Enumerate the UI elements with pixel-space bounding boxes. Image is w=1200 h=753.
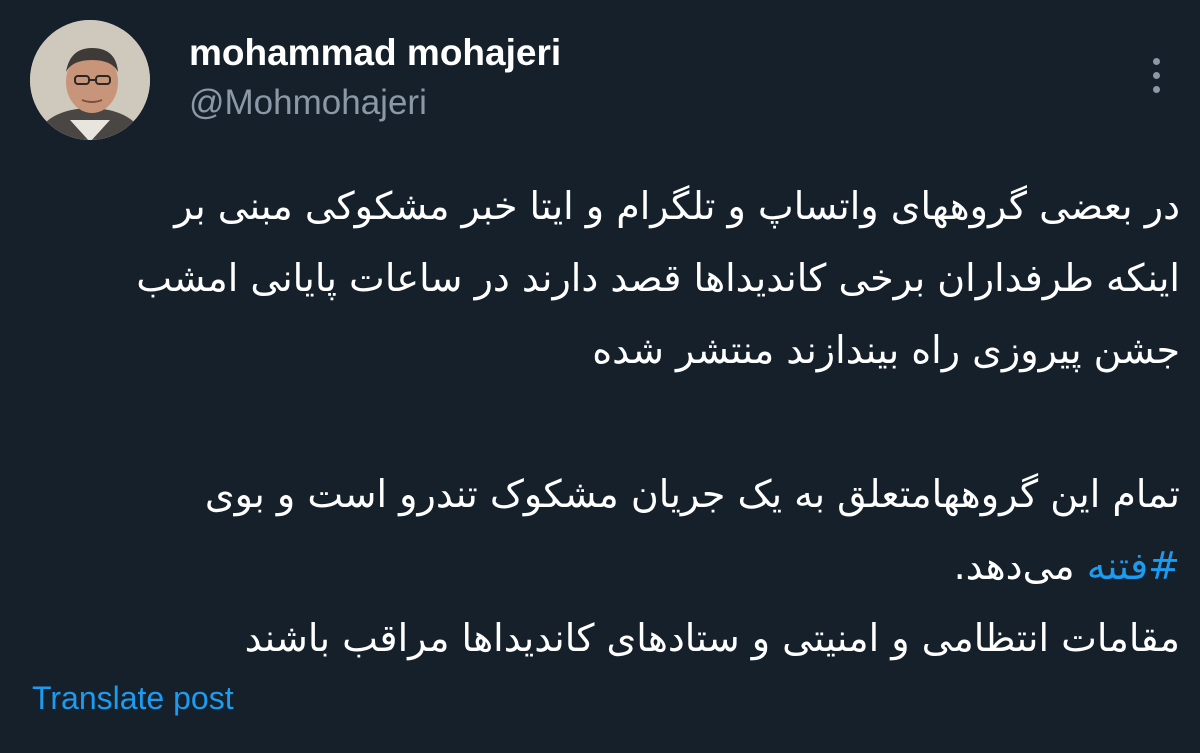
dot — [1152, 57, 1160, 65]
tweet-line: تمام این گروههامتعلق به یک جریان مشکوک ت… — [204, 472, 1180, 516]
tweet-line: در بعضی گروههای واتساپ و تلگرام و ایتا خ… — [174, 184, 1180, 228]
more-options-icon[interactable] — [1138, 50, 1174, 100]
tweet-card: mohammad mohajeri @Mohmohajeri در بعضی گ… — [0, 0, 1200, 753]
hashtag-link[interactable]: #فتنه — [1087, 544, 1180, 588]
tweet-text: در بعضی گروههای واتساپ و تلگرام و ایتا خ… — [20, 170, 1180, 674]
tweet-line: مقامات انتظامی و امنیتی و ستادهای کاندید… — [244, 616, 1180, 660]
author-handle[interactable]: @Mohmohajeri — [189, 83, 427, 123]
avatar-portrait-image — [30, 20, 150, 140]
tweet-line: اینکه طرفداران برخی کاندیداها قصد دارند … — [136, 256, 1180, 300]
tweet-line: جشن پیروزی راه بیندازند منتشر شده — [592, 328, 1180, 372]
dot — [1152, 85, 1160, 93]
avatar[interactable] — [30, 20, 150, 140]
translate-post-link[interactable]: Translate post — [32, 680, 234, 717]
dot — [1152, 71, 1160, 79]
author-display-name[interactable]: mohammad mohajeri — [189, 32, 561, 74]
hashtag-suffix: می‌دهد. — [953, 544, 1075, 588]
tweet-hashtag-line: #فتنه می‌دهد. — [20, 530, 1180, 602]
